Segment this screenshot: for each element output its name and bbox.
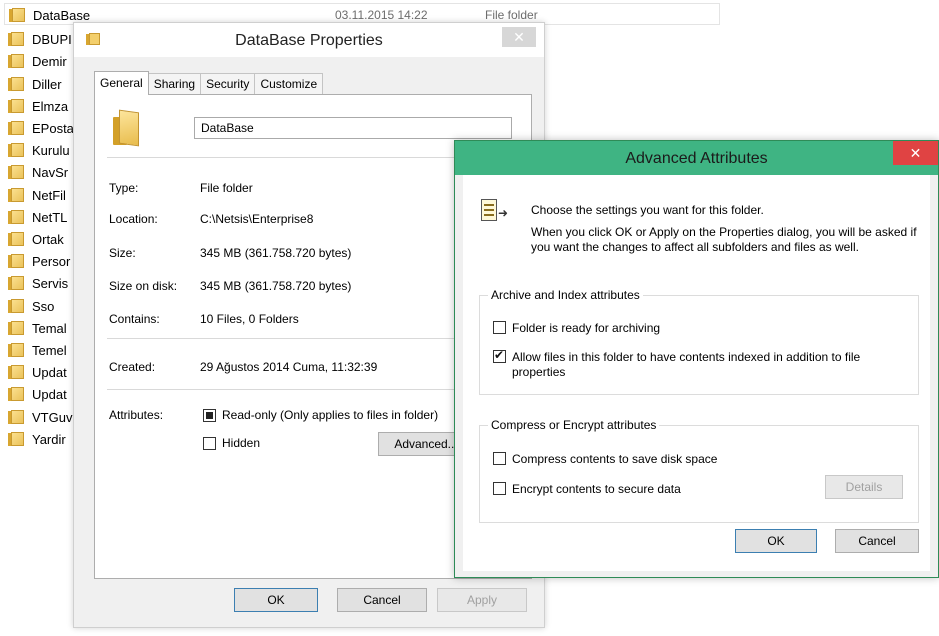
advanced-body: ➜ Choose the settings you want for this …: [463, 175, 930, 571]
compress-label: Compress contents to save disk space: [512, 452, 718, 466]
advanced-ok-button[interactable]: OK: [735, 529, 817, 553]
tab-security[interactable]: Security: [200, 73, 256, 95]
close-icon[interactable]: ✕: [502, 27, 536, 47]
folder-icon: [9, 8, 25, 22]
archiving-label: Folder is ready for archiving: [512, 321, 661, 335]
file-name: Elmza: [32, 98, 69, 114]
readonly-label: Read-only (Only applies to files in fold…: [222, 408, 439, 422]
details-button[interactable]: Details: [825, 475, 903, 499]
folder-icon: [8, 165, 24, 180]
folder-icon: [8, 409, 24, 424]
file-name: EPosta: [32, 121, 74, 136]
close-icon[interactable]: ✕: [893, 141, 938, 165]
type-value: File folder: [200, 181, 253, 195]
folder-name-input[interactable]: DataBase: [194, 117, 512, 139]
hidden-label: Hidden: [222, 436, 261, 450]
attributes-icon: ➜: [479, 199, 509, 223]
advanced-intro: Choose the settings you want for this fo…: [531, 203, 764, 217]
attributes-label: Attributes:: [109, 408, 164, 422]
indexed-label: Allow files in this folder to have conte…: [512, 350, 861, 379]
folder-icon: [8, 98, 24, 113]
folder-icon: [8, 365, 24, 380]
properties-title: DataBase Properties: [235, 32, 383, 49]
readonly-checkbox[interactable]: [203, 409, 216, 422]
file-name: DBUPI: [32, 32, 72, 48]
folder-icon: [8, 232, 24, 246]
folder-icon: [8, 121, 24, 135]
location-value: C:\Netsis\Enterprise8: [200, 212, 314, 226]
folder-icon: [8, 143, 24, 158]
encrypt-checkbox[interactable]: [493, 482, 506, 495]
size-label: Size:: [109, 246, 136, 260]
folder-icon: [8, 298, 24, 313]
archiving-checkbox[interactable]: [493, 321, 506, 334]
file-date: 03.11.2015 14:22: [335, 8, 428, 22]
location-label: Location:: [109, 212, 158, 226]
contains-value: 10 Files, 0 Folders: [200, 312, 299, 326]
folder-icon: [8, 431, 24, 446]
tab-sharing[interactable]: Sharing: [147, 73, 202, 95]
tab-general[interactable]: General: [94, 71, 149, 95]
advanced-cancel-button[interactable]: Cancel: [835, 529, 919, 553]
file-name: Temal: [32, 320, 67, 336]
size-on-disk-value: 345 MB (361.758.720 bytes): [200, 279, 352, 293]
type-label: Type:: [109, 181, 139, 195]
file-name: VTGuv: [32, 409, 73, 425]
compress-group-label: Compress or Encrypt attributes: [488, 418, 660, 432]
file-name: Demir: [32, 54, 67, 70]
file-name: NetFil: [32, 187, 66, 203]
file-name: Updat: [32, 365, 67, 381]
folder-icon: [8, 343, 24, 357]
folder-icon: [8, 209, 24, 224]
ok-button[interactable]: OK: [234, 588, 318, 612]
advanced-intro-detail: When you click OK or Apply on the Proper…: [531, 225, 917, 254]
size-on-disk-label: Size on disk:: [109, 279, 178, 293]
indexed-checkbox[interactable]: [493, 348, 506, 363]
file-name: Diller: [32, 76, 62, 92]
file-type: File folder: [485, 8, 538, 22]
file-name: NavSr: [32, 165, 69, 181]
file-name: Ortak: [32, 232, 64, 247]
contains-label: Contains:: [109, 312, 160, 326]
archive-group-label: Archive and Index attributes: [488, 288, 643, 302]
compress-encrypt-group: Compress or Encrypt attributes: [479, 418, 919, 523]
properties-titlebar[interactable]: DataBase Properties ✕: [74, 23, 544, 57]
file-name: NetTL: [32, 209, 68, 225]
encrypt-label: Encrypt contents to secure data: [512, 482, 681, 496]
file-name: Sso: [32, 298, 55, 314]
file-name: Updat: [32, 387, 67, 403]
file-name: Yardir: [32, 431, 66, 447]
folder-icon: [8, 320, 24, 335]
folder-icon: [8, 276, 24, 291]
file-name: Persor: [32, 254, 71, 270]
file-name: Servis: [32, 276, 69, 292]
file-name: DataBase: [33, 8, 91, 23]
advanced-attributes-dialog: Advanced Attributes ✕ ➜ Choose the setti…: [454, 140, 939, 578]
tab-customize[interactable]: Customize: [254, 73, 324, 95]
created-label: Created:: [109, 360, 156, 374]
folder-icon: [8, 76, 24, 91]
size-value: 345 MB (361.758.720 bytes): [200, 246, 352, 260]
archive-index-group: Archive and Index attributes: [479, 288, 919, 395]
file-name: Kurulu: [32, 143, 70, 159]
folder-icon: [8, 387, 24, 402]
advanced-title: Advanced Attributes: [625, 150, 768, 167]
advanced-titlebar[interactable]: Advanced Attributes ✕: [455, 141, 938, 175]
folder-icon: [8, 54, 24, 69]
folder-icon: [8, 32, 24, 47]
created-value: 29 Ağustos 2014 Cuma, 11:32:39: [200, 360, 378, 374]
file-name: Temel: [32, 343, 67, 358]
apply-button[interactable]: Apply: [437, 588, 527, 612]
compress-checkbox[interactable]: [493, 452, 506, 465]
cancel-button[interactable]: Cancel: [337, 588, 427, 612]
hidden-checkbox[interactable]: [203, 437, 216, 450]
properties-tabs: General Sharing Security Customize: [94, 71, 324, 95]
folder-icon: [111, 109, 141, 147]
folder-icon: [8, 187, 24, 202]
folder-icon: [8, 254, 24, 269]
